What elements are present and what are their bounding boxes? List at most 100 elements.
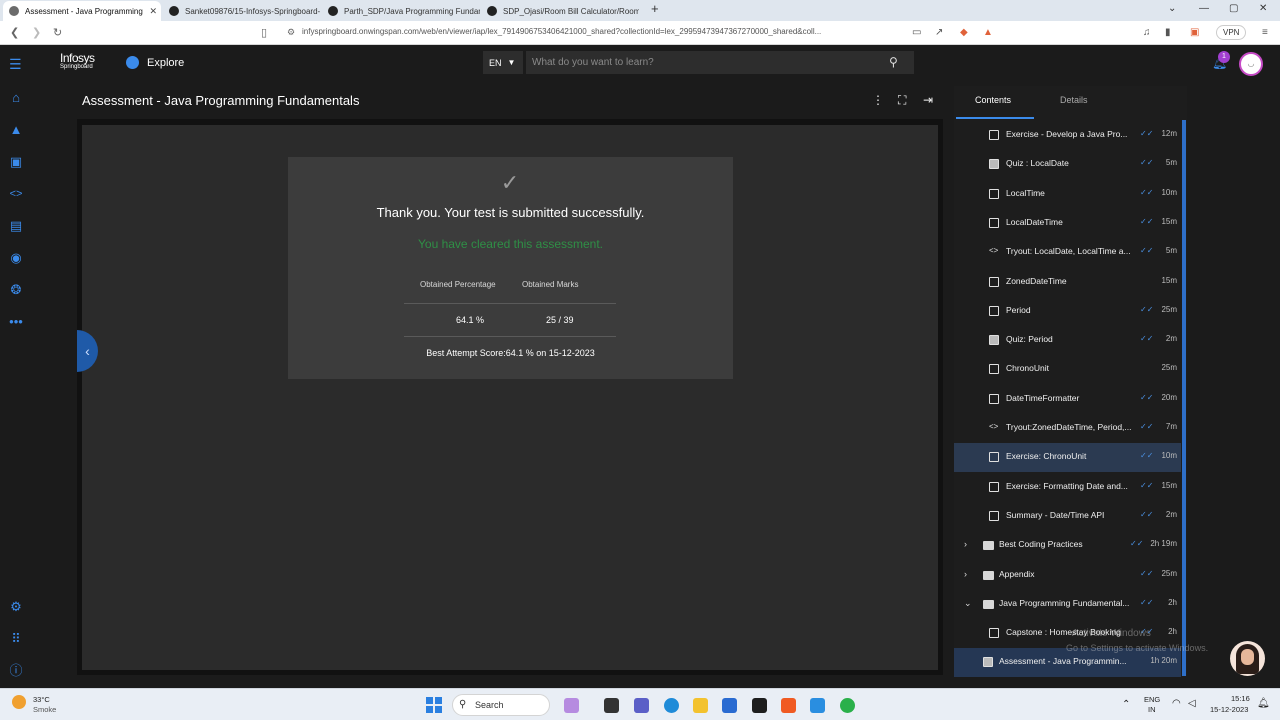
tab-details[interactable]: Details bbox=[1060, 95, 1088, 105]
infosys-springboard-logo[interactable]: Infosys Springboard bbox=[60, 52, 95, 70]
apps-grid-icon[interactable]: ⠿ bbox=[8, 631, 24, 647]
notification-center-icon[interactable]: 🔔︎ bbox=[1257, 698, 1270, 709]
content-list-item[interactable]: ZonedDateTime 15m bbox=[954, 268, 1181, 297]
input-language[interactable]: ENG bbox=[1144, 695, 1160, 704]
teams-icon[interactable] bbox=[634, 698, 649, 713]
browser-tab-github-3[interactable]: SDP_Ojasi/Room Bill Calculator/Room bbox=[481, 1, 639, 21]
wallet-icon[interactable]: ▣ bbox=[1190, 27, 1199, 38]
target-icon[interactable]: ◉ bbox=[8, 250, 24, 266]
chat-icon[interactable]: ▤ bbox=[8, 218, 24, 234]
explore-button[interactable]: Explore bbox=[126, 56, 184, 69]
cast-icon[interactable]: ▭ bbox=[912, 27, 921, 38]
assistant-avatar[interactable] bbox=[1230, 641, 1265, 676]
close-tab-icon[interactable]: ✕ bbox=[149, 6, 157, 17]
store-icon[interactable] bbox=[722, 698, 737, 713]
content-list-item[interactable]: LocalTime ✓✓ 10m bbox=[954, 180, 1181, 209]
content-item-duration: 5m bbox=[1165, 158, 1177, 167]
content-list-item[interactable]: ⌄ Java Programming Fundamental... ✓✓ 2h bbox=[954, 590, 1181, 619]
url-field[interactable]: infyspringboard.onwingspan.com/web/en/vi… bbox=[302, 27, 902, 36]
windows-start-icon[interactable] bbox=[426, 697, 442, 713]
clock-date[interactable]: 15-12-2023 bbox=[1210, 705, 1248, 714]
tab-contents[interactable]: Contents bbox=[975, 95, 1011, 105]
chevron-down-icon[interactable]: ⌄ bbox=[964, 598, 972, 609]
content-list-item[interactable]: Quiz : LocalDate ✓✓ 5m bbox=[954, 150, 1181, 179]
vscode-icon[interactable] bbox=[810, 698, 825, 713]
content-list-item[interactable]: <> Tryout: LocalDate, LocalTime a... ✓✓ 5m bbox=[954, 238, 1181, 267]
content-list-item[interactable]: <> Tryout:ZonedDateTime, Period,... ✓✓ 7m bbox=[954, 414, 1181, 443]
content-list-item[interactable]: Exercise: Formatting Date and... ✓✓ 15m bbox=[954, 473, 1181, 502]
content-list-item[interactable]: Period ✓✓ 25m bbox=[954, 297, 1181, 326]
media-icon[interactable]: ♫ bbox=[1143, 27, 1151, 38]
browser-tab-github-2[interactable]: Parth_SDP/Java Programming Fundam bbox=[322, 1, 480, 21]
minimize-icon[interactable]: — bbox=[1199, 3, 1209, 14]
taskbar-search[interactable]: Search bbox=[452, 694, 550, 716]
collapse-panel-icon[interactable]: ⇥ bbox=[923, 93, 933, 107]
browser-tab-assessment[interactable]: Assessment - Java Programming ✕ bbox=[3, 1, 161, 21]
site-info-icon[interactable]: ⚙ bbox=[287, 27, 295, 38]
vpn-button[interactable]: VPN bbox=[1216, 25, 1247, 40]
whatsapp-icon[interactable] bbox=[840, 698, 855, 713]
content-item-duration: 2h bbox=[1168, 627, 1177, 636]
browser-tab-github-1[interactable]: Sanket09876/15-Infosys-Springboard- bbox=[163, 1, 321, 21]
search-icon[interactable]: ⚲ bbox=[889, 55, 898, 69]
help-icon[interactable]: ⓘ bbox=[8, 663, 24, 679]
terminal-icon[interactable] bbox=[752, 698, 767, 713]
settings-gear-icon[interactable]: ⚙ bbox=[8, 599, 24, 615]
brave-shields-icon[interactable]: ◆ bbox=[960, 27, 968, 38]
weather-sun-icon[interactable] bbox=[12, 695, 26, 709]
file-explorer-icon[interactable] bbox=[693, 698, 708, 713]
submission-message: Thank you. Your test is submitted succes… bbox=[376, 205, 645, 220]
browser-menu-icon[interactable]: ≡ bbox=[1262, 27, 1268, 38]
content-list-item[interactable]: Summary - Date/Time API ✓✓ 2m bbox=[954, 502, 1181, 531]
share-icon[interactable]: ↗ bbox=[935, 27, 943, 38]
chevron-right-icon[interactable]: › bbox=[964, 569, 967, 579]
search-input[interactable] bbox=[526, 51, 914, 74]
content-item-duration: 5m bbox=[1165, 246, 1177, 255]
content-list-item[interactable]: Exercise: ChronoUnit ✓✓ 10m bbox=[954, 443, 1181, 472]
content-list-item[interactable]: › Best Coding Practices ✓✓ 2h 19m bbox=[954, 531, 1181, 560]
new-tab-icon[interactable]: + bbox=[651, 1, 659, 16]
reload-icon[interactable]: ↻ bbox=[53, 26, 62, 39]
tab-list-icon[interactable]: ⌄ bbox=[1168, 3, 1176, 14]
maximize-icon[interactable]: ▢ bbox=[1229, 3, 1238, 14]
copilot-icon[interactable] bbox=[564, 698, 579, 713]
language-select[interactable]: EN ▼ bbox=[483, 51, 523, 74]
task-view-icon[interactable] bbox=[604, 698, 619, 713]
scrollbar[interactable] bbox=[1182, 120, 1186, 676]
activate-windows-subtitle: Go to Settings to activate Windows. bbox=[1066, 643, 1209, 653]
content-list-item[interactable]: DateTimeFormatter ✓✓ 20m bbox=[954, 385, 1181, 414]
bookmark-icon[interactable]: ▯ bbox=[261, 26, 267, 39]
content-list-item[interactable]: LocalDateTime ✓✓ 15m bbox=[954, 209, 1181, 238]
code-icon[interactable]: <> bbox=[8, 186, 24, 202]
sidebar-toggle-icon[interactable]: ▮ bbox=[1165, 27, 1171, 38]
volume-icon[interactable]: ◁ bbox=[1188, 698, 1196, 709]
hamburger-menu-icon[interactable]: ☰ bbox=[9, 56, 22, 73]
address-bar: ❮ ❯ ↻ ▯ ⚙ infyspringboard.onwingspan.com… bbox=[0, 21, 1280, 45]
chevron-right-icon[interactable]: › bbox=[964, 539, 967, 549]
wifi-icon[interactable]: ◠ bbox=[1172, 698, 1181, 709]
clock-time[interactable]: 15:16 bbox=[1231, 694, 1250, 703]
forward-icon[interactable]: ❯ bbox=[32, 26, 41, 39]
content-list-item[interactable]: Exercise - Develop a Java Pro... ✓✓ 12m bbox=[954, 121, 1181, 150]
edge-icon[interactable] bbox=[664, 698, 679, 713]
document-icon bbox=[989, 482, 999, 492]
user-avatar[interactable]: ◡ bbox=[1239, 52, 1263, 76]
community-icon[interactable]: ❂ bbox=[8, 282, 24, 298]
content-list-item[interactable]: Quiz: Period ✓✓ 2m bbox=[954, 326, 1181, 355]
window-close-icon[interactable]: ✕ bbox=[1259, 3, 1267, 14]
completed-check-icon: ✓✓ bbox=[1140, 569, 1154, 578]
more-icon[interactable]: ••• bbox=[8, 314, 24, 330]
input-region[interactable]: IN bbox=[1148, 705, 1156, 714]
fullscreen-icon[interactable]: ⛶ bbox=[898, 93, 906, 108]
quiz-checkbox-icon bbox=[989, 335, 999, 345]
home-icon[interactable]: ⌂ bbox=[8, 90, 24, 106]
content-list-item[interactable]: › Appendix ✓✓ 25m bbox=[954, 561, 1181, 590]
content-list-item[interactable]: ChronoUnit 25m bbox=[954, 355, 1181, 384]
back-icon[interactable]: ❮ bbox=[10, 26, 19, 39]
brave-browser-icon[interactable] bbox=[781, 698, 796, 713]
briefcase-icon[interactable]: ▣ bbox=[8, 154, 24, 170]
tray-chevron-up-icon[interactable]: ⌃ bbox=[1122, 699, 1130, 710]
navigate-icon[interactable]: ▲ bbox=[8, 122, 24, 138]
more-options-icon[interactable]: ⋮ bbox=[872, 93, 884, 107]
brave-rewards-icon[interactable]: ▲ bbox=[983, 27, 993, 38]
